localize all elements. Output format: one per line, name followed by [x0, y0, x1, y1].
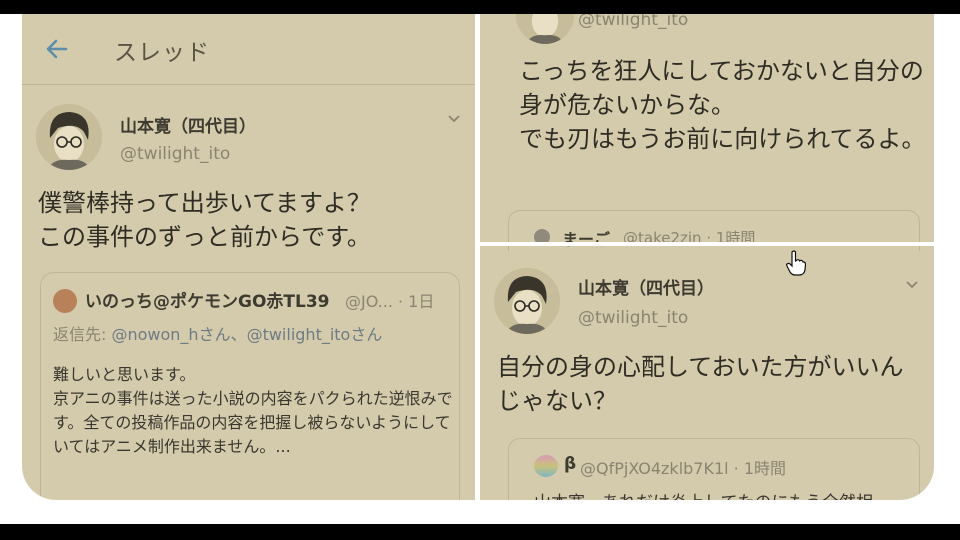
reply-prefix: 返信先:: [53, 325, 112, 344]
reply-users-link[interactable]: @nowon_hさん、@twilight_itoさん: [111, 325, 382, 344]
author-handle[interactable]: @twilight_ito: [120, 144, 230, 164]
quoted-tweet-text: 難しいと思います。 京アニの事件は送った小説の内容をパクられた逆恨みです。全ての…: [53, 365, 453, 456]
tweet-text: 僕警棒持って出歩いてますよ？ この事件のずっと前からです。: [38, 189, 371, 251]
quoted-author-name: いのっち@ポケモンGO赤TL39: [85, 292, 330, 312]
thread-header: スレッド: [22, 14, 475, 85]
avatar[interactable]: [516, 14, 574, 44]
avatar[interactable]: [36, 104, 102, 170]
author-name[interactable]: 山本寛（四代目）: [578, 274, 714, 299]
quoted-tweet[interactable]: いのっち@ポケモンGO赤TL39 @JO... · 1日 返信先: @nowon…: [40, 272, 460, 500]
chevron-down-icon[interactable]: [904, 276, 920, 292]
hand-pointer-icon: [786, 250, 806, 276]
quoted-author-name: まーご: [562, 230, 611, 249]
avatar-portrait-icon: [494, 268, 560, 334]
quoted-tweet-text: 山本寛、あれだけ炎上してたのにもう全然相: [534, 488, 873, 500]
chevron-down-icon[interactable]: [446, 110, 462, 126]
tweet-text: 自分の身の心配しておいた方がいいんじゃない？: [497, 353, 904, 415]
arrow-left-icon[interactable]: [42, 34, 72, 64]
quoted-author-handle: @JO... · 1日: [345, 292, 435, 311]
divider: [480, 242, 934, 246]
screen: スレッド 山本寛（四代目） @twilight_ito 僕警棒持って出歩いてます…: [0, 14, 960, 524]
author-handle[interactable]: @twilight_ito: [578, 308, 688, 328]
tweet-text: こっちを狂人にしておかないと自分の身が危ないからな。 でも刃はもうお前に向けられ…: [519, 57, 926, 153]
divider: [475, 14, 480, 500]
author-name[interactable]: 山本寛（四代目）: [120, 112, 256, 137]
quoted-author-handle: @QfPjXO4zklb7K1l · 1時間: [580, 459, 787, 478]
reply-to-line: 返信先: @nowon_hさん、@twilight_itoさん: [53, 321, 382, 345]
page-title: スレッド: [114, 40, 210, 66]
quoted-author-name: β: [564, 454, 577, 474]
avatar: [534, 455, 558, 477]
avatar-portrait-icon: [516, 14, 574, 44]
author-handle[interactable]: @twilight_ito: [578, 14, 688, 30]
avatar: [53, 289, 77, 313]
avatar-portrait-icon: [36, 104, 102, 170]
avatar[interactable]: [494, 268, 560, 334]
